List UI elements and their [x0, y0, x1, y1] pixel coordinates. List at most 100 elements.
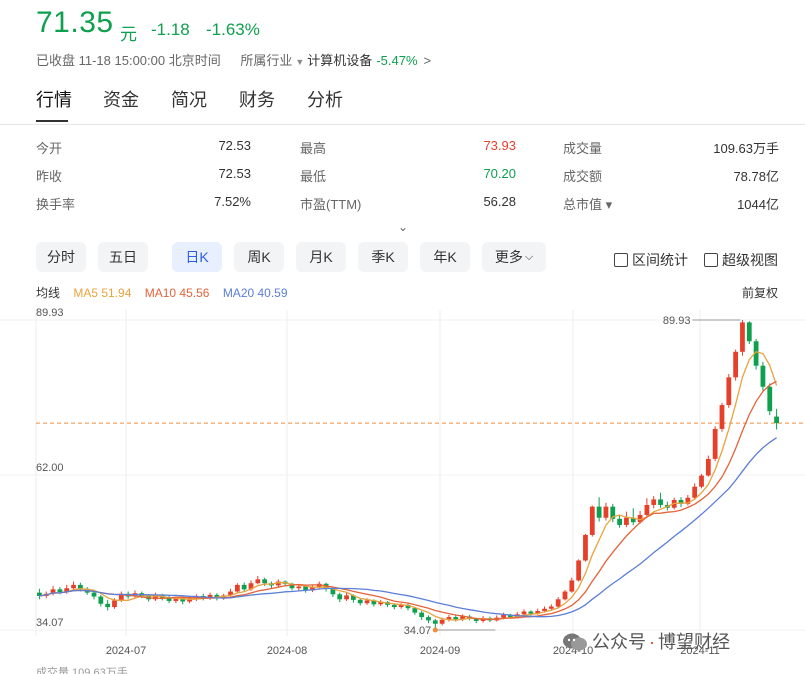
stat-high: 73.93: [483, 138, 516, 153]
candle: [624, 517, 629, 525]
market-status: 已收盘 11-18 15:00:00 北京时间: [36, 53, 221, 68]
candle: [644, 504, 650, 515]
candle: [712, 428, 718, 459]
stat-label: 昨收: [36, 169, 63, 184]
stat-turnover: 7.52%: [214, 194, 251, 209]
stat-label: 换手率: [36, 197, 76, 212]
ma5-legend: MA5 51.94: [73, 286, 132, 300]
candle: [364, 600, 370, 604]
candle: [412, 608, 418, 613]
y-tick-label: 89.93: [36, 307, 64, 319]
range-stats-label: 区间统计: [632, 252, 688, 268]
watermark-name: 博望财经: [658, 632, 730, 652]
industry-link[interactable]: 所属行业 ▼ 计算机设备 -5.47% >: [240, 53, 431, 68]
watermark: 公众号 · 博望财经: [562, 628, 730, 654]
range-stats-button[interactable]: 区间统计: [614, 250, 688, 270]
period-weekly-button[interactable]: 周K: [234, 242, 284, 272]
y-tick-label: 62.00: [36, 462, 64, 474]
ma-legend: 均线 MA5 51.94 MA10 45.56 MA20 40.59: [36, 284, 298, 301]
candle: [542, 608, 547, 611]
candle: [453, 617, 459, 620]
candle: [603, 506, 609, 518]
ma-title: 均线: [36, 286, 61, 300]
tab-funds[interactable]: 资金: [103, 86, 139, 112]
status-line: 已收盘 11-18 15:00:00 北京时间 所属行业 ▼ 计算机设备 -5.47%…: [36, 50, 431, 69]
candle: [426, 617, 431, 621]
candle: [234, 584, 240, 592]
period-yearly-button[interactable]: 年K: [420, 242, 470, 272]
candle: [651, 499, 657, 505]
caret-down-icon: ▼: [295, 57, 305, 67]
stat-label: 成交额: [563, 169, 603, 184]
stat-market-cap-selector[interactable]: 总市值 ▾: [563, 194, 612, 213]
chevron-right-icon: >: [423, 53, 432, 68]
low-marker-label: 34.07: [404, 625, 432, 637]
stat-market-cap: 1044亿: [737, 197, 779, 212]
watermark-prefix: 公众号: [592, 632, 646, 652]
candle: [344, 595, 349, 600]
period-more-button[interactable]: 更多 ⌵: [482, 242, 546, 272]
candle: [357, 599, 363, 604]
adjust-mode-button[interactable]: 前复权: [742, 284, 778, 301]
period-daily-button[interactable]: 日K: [172, 242, 222, 272]
period-monthly-button[interactable]: 月K: [296, 242, 346, 272]
candle: [439, 619, 445, 624]
candle: [699, 475, 704, 487]
volume-caption: 成交量 109.63万手: [36, 667, 128, 674]
x-tick-label: 2024-07: [106, 645, 146, 657]
price-change-pct: -1.63%: [206, 20, 260, 39]
candle: [589, 506, 595, 535]
candle: [262, 579, 268, 584]
candle: [760, 365, 766, 387]
candle: [555, 599, 561, 607]
candle: [521, 611, 527, 615]
stat-label: 市盈(TTM): [300, 197, 362, 212]
expand-stats-icon[interactable]: ⌄: [398, 220, 408, 234]
range-stats-icon: [614, 253, 628, 267]
x-tick-label: 2024-08: [267, 645, 307, 657]
super-view-label: 超级视图: [722, 252, 778, 268]
candle: [767, 386, 773, 412]
candle: [98, 596, 104, 604]
candle: [617, 518, 622, 525]
candle: [726, 377, 732, 406]
period-5day-button[interactable]: 五日: [98, 242, 148, 272]
chevron-down-icon: ⌵: [524, 250, 534, 263]
period-quarterly-button[interactable]: 季K: [358, 242, 408, 272]
watermark-dot: ·: [649, 632, 655, 652]
candle: [57, 589, 63, 593]
stat-label: 成交量: [563, 141, 603, 156]
stat-label: 最高: [300, 141, 327, 156]
candle: [105, 603, 111, 608]
price-change: -1.18: [151, 20, 190, 39]
current-price: 71.35: [36, 6, 114, 39]
tab-quote[interactable]: 行情: [36, 86, 72, 112]
candle: [548, 606, 554, 609]
ma5-line: [39, 350, 778, 621]
super-view-icon: [704, 253, 718, 267]
more-label: 更多: [494, 249, 523, 265]
candle: [255, 579, 261, 584]
tab-finance[interactable]: 财务: [239, 86, 275, 112]
candle: [501, 614, 506, 618]
stat-label: 今开: [36, 141, 63, 156]
period-intraday-button[interactable]: 分时: [36, 242, 86, 272]
tab-profile[interactable]: 简况: [171, 86, 207, 112]
candlestick-chart[interactable]: 89.9362.0034.072024-07 2024-08 2024-09 2024…: [0, 300, 805, 674]
ma10-line: [39, 380, 777, 621]
super-view-button[interactable]: 超级视图: [704, 250, 778, 270]
ma20-line: [39, 437, 777, 618]
candle: [91, 592, 97, 597]
price-unit: 元: [120, 25, 137, 44]
ma10-legend: MA10 45.56: [144, 286, 210, 300]
candle: [746, 322, 752, 342]
active-tab-indicator: [36, 120, 68, 122]
candle: [337, 594, 343, 600]
candle: [391, 604, 397, 608]
candle: [774, 416, 779, 424]
candle: [740, 322, 745, 352]
high-marker-label: 89.93: [663, 315, 691, 327]
tabs-divider: [0, 124, 805, 125]
candle: [583, 534, 588, 561]
tab-analysis[interactable]: 分析: [307, 86, 343, 112]
